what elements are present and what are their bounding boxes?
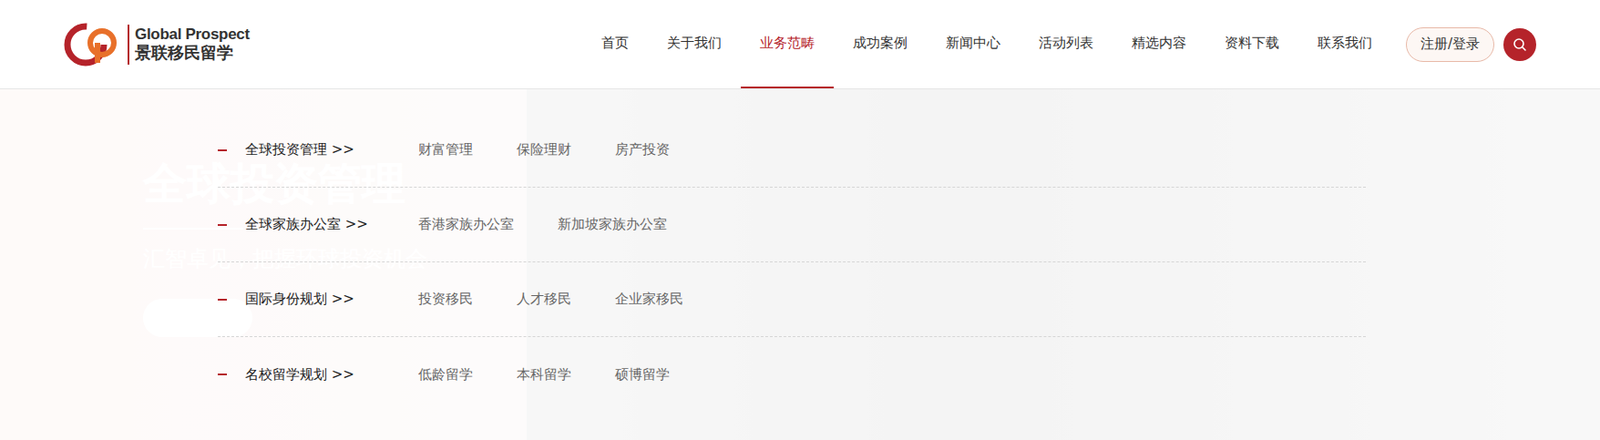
dash-icon [217, 149, 227, 152]
menu-subitem[interactable]: 低龄留学 [418, 366, 473, 384]
menu-subitems: 投资移民 人才移民 企业家移民 [418, 290, 684, 308]
search-icon [1512, 37, 1528, 52]
dash-icon [217, 373, 227, 376]
nav-item[interactable]: 精选内容 [1112, 0, 1206, 89]
nav-item[interactable]: 活动列表 [1019, 0, 1113, 89]
menu-subitem[interactable]: 财富管理 [418, 141, 473, 159]
menu-subitem[interactable]: 人才移民 [516, 290, 572, 308]
search-button[interactable] [1503, 28, 1537, 62]
menu-subitem[interactable]: 新加坡家族办公室 [557, 215, 667, 234]
menu-subitems: 香港家族办公室 新加坡家族办公室 [418, 215, 667, 234]
nav-item[interactable]: 首页 [582, 0, 648, 89]
nav-item[interactable]: 新闻中心 [926, 0, 1020, 89]
menu-row: 国际身份规划 >>投资移民 人才移民 企业家移民 [217, 262, 1366, 338]
menu-subitem[interactable]: 香港家族办公室 [418, 215, 514, 234]
logo-divider [127, 24, 130, 65]
menu-subitem[interactable]: 投资移民 [418, 290, 473, 308]
logo-text: Global Prospect景联移民留学 [134, 25, 250, 62]
menu-row: 名校留学规划 >>低龄留学 本科留学 硕博留学 [217, 337, 1366, 412]
menu-subitem[interactable]: 保险理财 [516, 141, 572, 159]
menu-row: 全球家族办公室 >>香港家族办公室 新加坡家族办公室 [217, 187, 1366, 263]
mega-menu: 全球投资管理 >>财富管理 保险理财 房产投资全球家族办公室 >>香港家族办公室 新加… [0, 89, 1600, 440]
menu-category[interactable]: 名校留学规划 >> [245, 366, 419, 384]
menu-subitems: 财富管理 保险理财 房产投资 [418, 141, 670, 159]
auth-button[interactable]: 注册/登录 [1405, 27, 1495, 62]
header: Global Prospect景联移民留学 首页关于我们业务范畴成功案例新闻中心活… [0, 0, 1600, 90]
menu-subitem[interactable]: 企业家移民 [615, 290, 684, 308]
main-nav: 首页关于我们业务范畴成功案例新闻中心活动列表精选内容资料下载联系我们 [582, 0, 1392, 89]
page: Global Prospect景联移民留学 首页关于我们业务范畴成功案例新闻中心活… [0, 0, 1600, 440]
menu-list: 全球投资管理 >>财富管理 保险理财 房产投资全球家族办公室 >>香港家族办公室 新加… [217, 112, 1366, 412]
menu-category[interactable]: 全球家族办公室 >> [245, 215, 419, 234]
nav-item[interactable]: 资料下载 [1205, 0, 1299, 89]
menu-subitem[interactable]: 本科留学 [516, 366, 572, 384]
nav-item[interactable]: 成功案例 [833, 0, 927, 89]
hero-banner: 全球投资管理汇智卓见，把握环球投资机会全球投资管理 >>财富管理保险理财房产投资… [0, 89, 1600, 440]
logo-icon [63, 20, 123, 69]
header-actions: 注册/登录 [1405, 0, 1537, 89]
menu-row: 全球投资管理 >>财富管理 保险理财 房产投资 [217, 112, 1366, 188]
logo[interactable]: Global Prospect景联移民留学 [63, 0, 250, 89]
dash-icon [217, 298, 227, 301]
dash-icon [217, 224, 227, 226]
menu-subitem[interactable]: 硕博留学 [615, 366, 670, 384]
nav-item[interactable]: 关于我们 [647, 0, 741, 89]
menu-subitems: 低龄留学 本科留学 硕博留学 [418, 366, 670, 384]
menu-category[interactable]: 全球投资管理 >> [245, 141, 419, 159]
menu-category[interactable]: 国际身份规划 >> [245, 290, 419, 308]
nav-item[interactable]: 联系我们 [1298, 0, 1392, 89]
menu-subitem[interactable]: 房产投资 [615, 141, 670, 159]
nav-item[interactable]: 业务范畴 [740, 0, 834, 89]
